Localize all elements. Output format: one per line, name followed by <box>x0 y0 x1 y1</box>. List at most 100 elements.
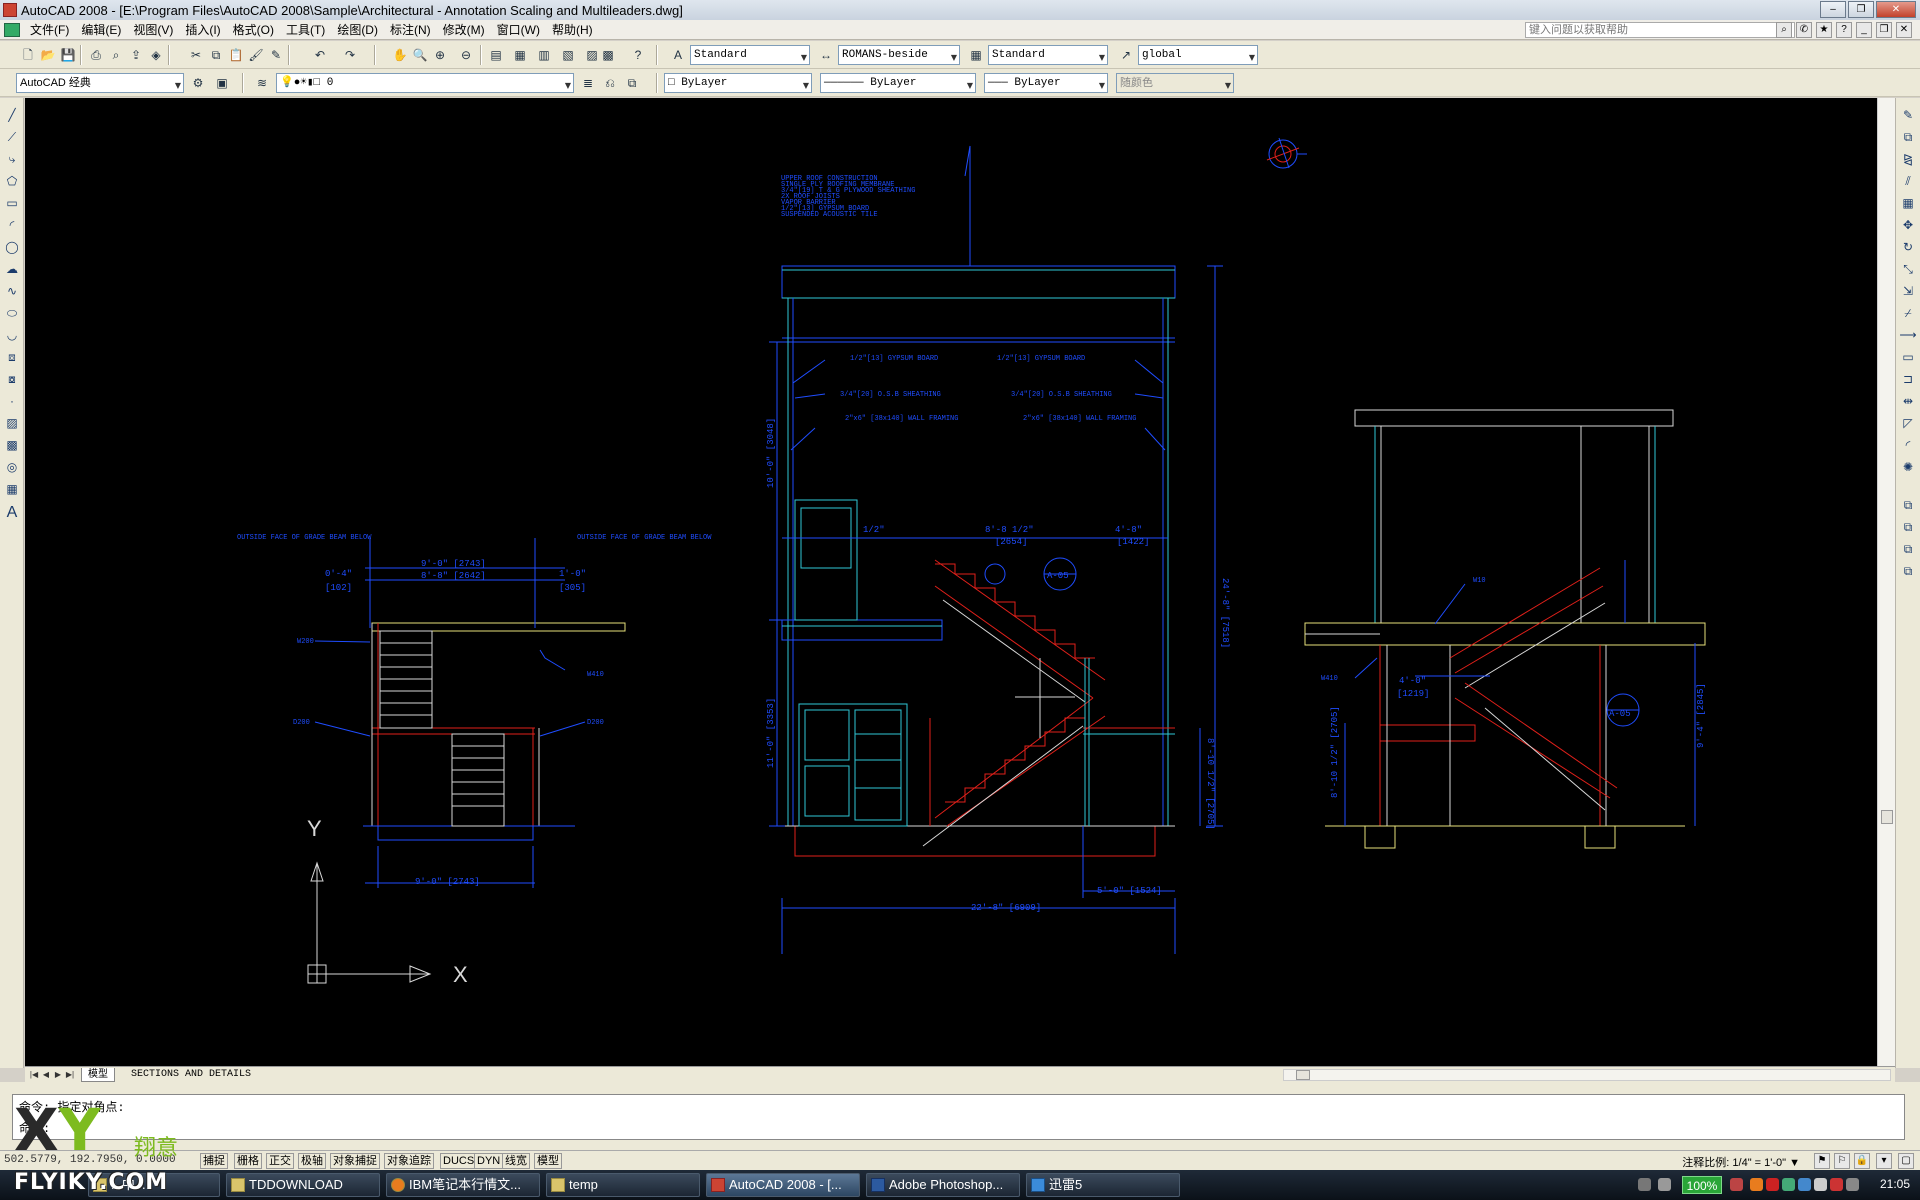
gradient-icon[interactable]: ▩ <box>3 436 21 454</box>
prev-tab-icon[interactable]: ◀ <box>41 1069 51 1080</box>
horizontal-scroll-thumb[interactable] <box>1296 1070 1310 1080</box>
save-icon[interactable]: 💾 <box>58 45 78 65</box>
menu-tools[interactable]: 工具(T) <box>280 20 331 40</box>
paste-icon[interactable]: 📋 <box>226 45 246 65</box>
rectangle-icon[interactable]: ▭ <box>3 194 21 212</box>
close-button[interactable]: ✕ <box>1876 1 1916 18</box>
open-icon[interactable]: 📂 <box>38 45 58 65</box>
table-style-icon[interactable]: ▦ <box>966 45 986 65</box>
design-center-icon[interactable]: ▦ <box>510 45 530 65</box>
sheet-set-icon[interactable]: ▧ <box>558 45 578 65</box>
menu-insert[interactable]: 插入(I) <box>179 20 226 40</box>
undo-icon[interactable]: ↶ <box>310 45 330 65</box>
make-current-layer-icon[interactable]: ≣ <box>578 73 598 93</box>
pan-icon[interactable]: ✋ <box>390 45 410 65</box>
multiline-text-icon[interactable]: A <box>3 504 21 522</box>
auto-scale-icon[interactable]: ⚐ <box>1834 1153 1850 1169</box>
vertical-scrollbar[interactable] <box>1877 98 1895 1066</box>
taskbar-item-temp[interactable]: temp <box>546 1173 700 1197</box>
tab-sections-and-details[interactable]: SECTIONS AND DETAILS <box>125 1068 257 1082</box>
menu-edit[interactable]: 编辑(E) <box>75 20 127 40</box>
spline-icon[interactable]: ∿ <box>3 282 21 300</box>
stretch-icon[interactable]: ⇲ <box>1899 282 1917 300</box>
document-icon[interactable] <box>4 22 20 37</box>
clock[interactable]: 21:05 <box>1880 1177 1910 1191</box>
save-workspace-icon[interactable]: ▣ <box>212 73 232 93</box>
lineweight-select[interactable]: ——— ByLayer ▼ <box>984 73 1108 93</box>
otrack-toggle[interactable]: 对象追踪 <box>384 1153 434 1169</box>
arc-icon[interactable]: ◜ <box>3 216 21 234</box>
hatch-icon[interactable]: ▨ <box>3 414 21 432</box>
first-tab-icon[interactable]: |◀ <box>29 1069 39 1080</box>
status-menu-icon[interactable]: ▾ <box>1876 1153 1892 1169</box>
osnap-toggle[interactable]: 对象捕捉 <box>330 1153 380 1169</box>
erase-icon[interactable]: ✎ <box>1899 106 1917 124</box>
doc-minimize-button[interactable]: _ <box>1856 22 1872 38</box>
favorites-icon[interactable]: ★ <box>1816 22 1832 38</box>
annotation-scale[interactable]: 注释比例: 1/4" = 1'-0" ▼ <box>1682 1154 1800 1170</box>
workspace-settings-icon[interactable]: ⚙ <box>188 73 208 93</box>
mleader-style-select[interactable]: global ▼ <box>1138 45 1258 65</box>
command-history[interactable]: 命令: 指定对角点: 命令: <box>12 1094 1905 1140</box>
linetype-select[interactable]: —————— ByLayer ▼ <box>820 73 976 93</box>
layer-manager-icon[interactable]: ≋ <box>252 73 272 93</box>
circle-icon[interactable]: ◯ <box>3 238 21 256</box>
table-icon[interactable]: ▦ <box>3 480 21 498</box>
polyline-icon[interactable]: ⤷ <box>3 150 21 168</box>
polygon-icon[interactable]: ⬠ <box>3 172 21 190</box>
search-icon[interactable]: ⌕ <box>1776 22 1792 38</box>
keyboard-icon[interactable] <box>1638 1178 1651 1191</box>
grid-toggle[interactable]: 栅格 <box>234 1153 262 1169</box>
help-dropdown-icon[interactable]: ? <box>1836 22 1852 38</box>
lineweight-toggle[interactable]: 线宽 <box>502 1153 530 1169</box>
zoom-window-icon[interactable]: ⊕ <box>430 45 450 65</box>
block-editor-icon[interactable]: ✎ <box>266 45 286 65</box>
ellipse-icon[interactable]: ⬭ <box>3 304 21 322</box>
calculator-icon[interactable]: ▩ <box>598 45 618 65</box>
tray-antivirus-icon[interactable] <box>1766 1178 1779 1191</box>
battery-icon[interactable] <box>1730 1178 1743 1191</box>
dyn-toggle[interactable]: DYN <box>474 1153 504 1169</box>
toolbar-lock-icon[interactable]: 🔒 <box>1854 1153 1870 1169</box>
new-icon[interactable]: 🗋 <box>18 45 38 65</box>
draw-order-icon[interactable]: ⧉ <box>1899 496 1917 514</box>
plot-preview-icon[interactable]: ⌕ <box>106 45 126 65</box>
horizontal-scrollbar[interactable] <box>1283 1069 1891 1081</box>
menu-modify[interactable]: 修改(M) <box>437 20 491 40</box>
text-style-select[interactable]: Standard ▼ <box>690 45 810 65</box>
workspace-select[interactable]: AutoCAD 经典 ▼ <box>16 73 184 93</box>
redo-icon[interactable]: ↷ <box>340 45 360 65</box>
network-icon[interactable] <box>1658 1178 1671 1191</box>
taskbar-item-1[interactable]: ...中... <box>88 1173 220 1197</box>
menu-window[interactable]: 窗口(W) <box>491 20 546 40</box>
next-tab-icon[interactable]: ▶ <box>53 1069 63 1080</box>
mleader-style-icon[interactable]: ↗ <box>1116 45 1136 65</box>
construction-line-icon[interactable]: ⟋ <box>3 128 21 146</box>
taskbar-item-xunlei[interactable]: 迅雷5 <box>1026 1173 1180 1197</box>
minimize-button[interactable]: ‒ <box>1820 1 1846 18</box>
doc-restore-button[interactable]: ❐ <box>1876 22 1892 38</box>
coordinate-readout[interactable]: 502.5779, 192.7950, 0.0000 <box>4 1154 176 1166</box>
layer-previous-icon[interactable]: ⎌ <box>600 73 620 93</box>
menu-file[interactable]: 文件(F) <box>24 20 75 40</box>
fillet-icon[interactable]: ◜ <box>1899 436 1917 454</box>
extend-icon[interactable]: ⟶ <box>1899 326 1917 344</box>
color-select[interactable]: □ ByLayer ▼ <box>664 73 812 93</box>
last-tab-icon[interactable]: ▶| <box>65 1069 75 1080</box>
drawing-canvas[interactable]: UPPER ROOF CONSTRUCTION SINGLE PLY ROOFI… <box>25 98 1877 1066</box>
rotate-icon[interactable]: ↻ <box>1899 238 1917 256</box>
offset-icon[interactable]: ⫽ <box>1899 172 1917 190</box>
taskbar-item-photoshop[interactable]: Adobe Photoshop... <box>866 1173 1020 1197</box>
taskbar-item-autocad[interactable]: AutoCAD 2008 - [... <box>706 1173 860 1197</box>
join-icon[interactable]: ⇹ <box>1899 392 1917 410</box>
tray-misc-icon[interactable] <box>1846 1178 1859 1191</box>
annotation-visibility-icon[interactable]: ⚑ <box>1814 1153 1830 1169</box>
communication-center-icon[interactable]: ✆ <box>1796 22 1812 38</box>
send-back-icon[interactable]: ⧉ <box>1899 540 1917 558</box>
line-icon[interactable]: ╱ <box>3 106 21 124</box>
clean-screen-icon[interactable]: ▢ <box>1898 1153 1914 1169</box>
tray-security-icon[interactable] <box>1830 1178 1843 1191</box>
scale-icon[interactable]: ⤡ <box>1899 260 1917 278</box>
point-icon[interactable]: · <box>3 392 21 410</box>
help-icon[interactable]: ? <box>628 45 648 65</box>
